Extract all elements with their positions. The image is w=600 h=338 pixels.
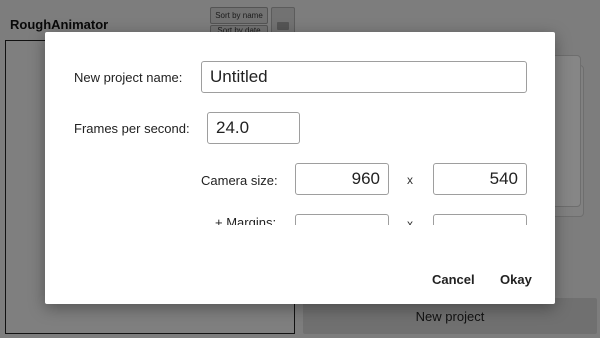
margins-width-input[interactable] xyxy=(295,214,389,225)
camera-width-input[interactable] xyxy=(295,163,389,195)
cancel-button[interactable]: Cancel xyxy=(432,272,475,287)
fps-label: Frames per second: xyxy=(74,121,190,136)
okay-button[interactable]: Okay xyxy=(500,272,532,287)
fps-input[interactable] xyxy=(207,112,300,144)
dialog-scroll-area[interactable]: New project name: Frames per second: Cam… xyxy=(45,32,555,225)
margins-x-separator: x xyxy=(407,217,413,225)
margins-height-input[interactable] xyxy=(433,214,527,225)
project-name-input[interactable] xyxy=(201,61,527,93)
project-name-label: New project name: xyxy=(74,70,183,85)
camera-height-input[interactable] xyxy=(433,163,527,195)
margins-label: + Margins: xyxy=(215,215,277,225)
camera-size-label: Camera size: xyxy=(201,173,278,188)
camera-x-separator: x xyxy=(407,173,413,187)
new-project-dialog: New project name: Frames per second: Cam… xyxy=(45,32,555,304)
